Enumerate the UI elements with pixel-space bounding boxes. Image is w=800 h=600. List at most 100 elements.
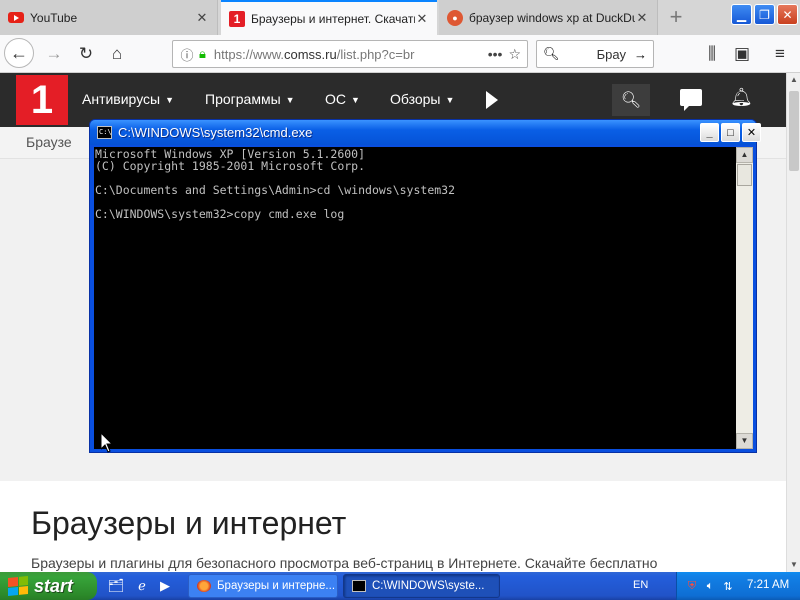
scroll-thumb[interactable] (789, 91, 799, 171)
task-label: C:\WINDOWS\syste... (372, 580, 485, 592)
reload-icon: ↻ (78, 44, 94, 63)
page-scrollbar[interactable]: ▲ ▼ (786, 73, 800, 572)
nav-label: ОС (325, 91, 346, 107)
tab-label: YouTube (30, 10, 78, 25)
caret-down-icon: ▼ (165, 95, 175, 106)
search-input[interactable]: Брау (560, 47, 634, 62)
close-window-button[interactable]: ✕ (777, 4, 798, 25)
close-icon[interactable]: ✕ (635, 10, 649, 26)
task-cmd[interactable]: C:\WINDOWS\syste... (343, 574, 500, 598)
nav-programs[interactable]: Программы ▼ (205, 91, 295, 107)
url-host: comss.ru (284, 46, 337, 62)
url-path: /list.php?c=br (336, 46, 415, 62)
cmd-maximize-button[interactable]: □ (721, 123, 740, 142)
scroll-thumb[interactable] (737, 164, 752, 186)
scroll-down-icon[interactable]: ▼ (788, 558, 800, 572)
caret-down-icon: ▼ (445, 95, 455, 106)
back-icon: ← (10, 42, 28, 63)
cmd-console[interactable]: Microsoft Windows XP [Version 5.1.2600] … (94, 147, 736, 449)
more-icon[interactable]: ••• (488, 46, 503, 62)
cmd-titlebar[interactable]: C:\ C:\WINDOWS\system32\cmd.exe _ □ ✕ (90, 120, 761, 145)
clock[interactable]: 7:21 AM (747, 579, 789, 591)
explorer-icon[interactable]: 🗂︎ (107, 577, 125, 595)
tab-label: браузер windows xp at DuckDuck (469, 10, 635, 25)
site-logo[interactable]: 1 (16, 75, 68, 125)
mouse-pointer-icon (101, 433, 113, 453)
language-indicator[interactable]: EN (633, 579, 648, 591)
reload-button[interactable]: ↻ (72, 40, 100, 68)
bell-icon[interactable]: 🔔︎ (730, 87, 753, 108)
speaker-icon[interactable]: 🔈︎ (703, 579, 717, 593)
scroll-up-icon[interactable]: ▲ (736, 147, 753, 163)
media-player-icon[interactable]: ▶ (156, 577, 174, 595)
cmd-icon (352, 580, 366, 592)
new-tab-button[interactable]: + (664, 4, 688, 30)
search-bar[interactable]: 🔍︎ Брау → (536, 40, 654, 68)
cmd-scrollbar[interactable]: ▲ ▼ (736, 147, 753, 449)
tab-comss[interactable]: 1 Браузеры и интернет. Скачать ✕ (221, 0, 437, 35)
duckduckgo-favicon: ● (447, 9, 463, 26)
start-label: start (34, 575, 74, 596)
home-icon: ⌂ (111, 44, 123, 63)
info-icon[interactable]: ⓘ (179, 45, 195, 64)
back-button[interactable]: ← (4, 38, 34, 68)
navigation-toolbar: ← → ↻ ⌂ ⓘ 🔒︎ https://www.comss.ru/list.p… (0, 35, 800, 73)
library-button[interactable]: ⫼ (698, 40, 726, 68)
cmd-icon[interactable]: C:\ (97, 126, 112, 139)
system-tray: ⛨ 🔈︎ ⇅ 7:21 AM (676, 572, 800, 600)
ie-icon[interactable]: ℯ (133, 577, 151, 595)
site-search-button[interactable]: 🔍︎ (612, 84, 650, 116)
home-button[interactable]: ⌂ (103, 40, 131, 68)
search-icon: 🔍︎ (620, 92, 642, 109)
lock-icon[interactable]: 🔒︎ (199, 46, 206, 62)
task-firefox[interactable]: Браузеры и интерне... (188, 574, 338, 598)
search-icon: 🔍︎ (543, 46, 560, 61)
cmd-window: C:\ C:\WINDOWS\system32\cmd.exe _ □ ✕ Mi… (89, 119, 761, 453)
scroll-up-icon[interactable]: ▲ (788, 73, 800, 87)
cmd-output: Microsoft Windows XP [Version 5.1.2600] … (95, 147, 456, 221)
nav-antivirus[interactable]: Антивирусы ▼ (82, 91, 174, 107)
taskbar: start 🗂︎ ℯ ▶ Браузеры и интерне... C:\WI… (0, 572, 800, 600)
cmd-minimize-button[interactable]: _ (700, 123, 719, 142)
cmd-close-button[interactable]: ✕ (742, 123, 761, 142)
windows-flag-icon (8, 575, 28, 597)
caret-down-icon: ▼ (351, 95, 360, 106)
chat-icon[interactable] (680, 89, 702, 111)
page-description: Браузеры и плагины для безопасного просм… (31, 555, 658, 571)
bookmark-star-icon[interactable]: ☆ (508, 46, 521, 63)
arrow-right-icon[interactable]: → (634, 47, 647, 62)
close-icon[interactable]: ✕ (195, 10, 209, 26)
caret-down-icon: ▼ (285, 95, 295, 106)
tab-duckduckgo[interactable]: ● браузер windows xp at DuckDuck ✕ (439, 0, 658, 35)
window-controls: ▁ ❐ ✕ (731, 4, 798, 25)
url-text[interactable]: https://www.comss.ru/list.php?c=br (214, 47, 482, 62)
nav-os[interactable]: ОС ▼ (325, 91, 360, 107)
url-bar[interactable]: ⓘ 🔒︎ https://www.comss.ru/list.php?c=br … (172, 40, 528, 68)
forward-icon: → (45, 44, 63, 63)
minimize-button[interactable]: ▁ (731, 4, 752, 25)
close-icon[interactable]: ✕ (415, 11, 429, 27)
sidebar-icon: ▣ (733, 44, 751, 63)
nav-reviews[interactable]: Обзоры ▼ (390, 91, 454, 107)
firefox-icon (197, 580, 211, 592)
scroll-down-icon[interactable]: ▼ (736, 433, 753, 449)
youtube-favicon (8, 10, 24, 26)
menu-icon: ≡ (775, 44, 785, 63)
nav-more-arrow-icon[interactable] (486, 91, 498, 109)
tab-youtube[interactable]: YouTube ✕ (0, 0, 218, 35)
cmd-title: C:\WINDOWS\system32\cmd.exe (118, 125, 313, 140)
url-scheme: https://www. (213, 46, 284, 62)
page-title: Браузеры и интернет (31, 505, 347, 541)
restore-button[interactable]: ❐ (754, 4, 775, 25)
nav-label: Программы (205, 91, 281, 107)
network-icon[interactable]: ⇅ (721, 579, 735, 593)
library-icon: ⫼ (708, 44, 716, 63)
menu-button[interactable]: ≡ (766, 40, 794, 68)
breadcrumb[interactable]: Браузе (26, 134, 72, 150)
nav-label: Обзоры (390, 91, 441, 107)
tab-label: Браузеры и интернет. Скачать (251, 11, 415, 26)
sidebar-button[interactable]: ▣ (728, 40, 756, 68)
forward-button[interactable]: → (40, 40, 68, 68)
shield-icon[interactable]: ⛨ (685, 579, 699, 593)
start-button[interactable]: start (0, 572, 97, 600)
